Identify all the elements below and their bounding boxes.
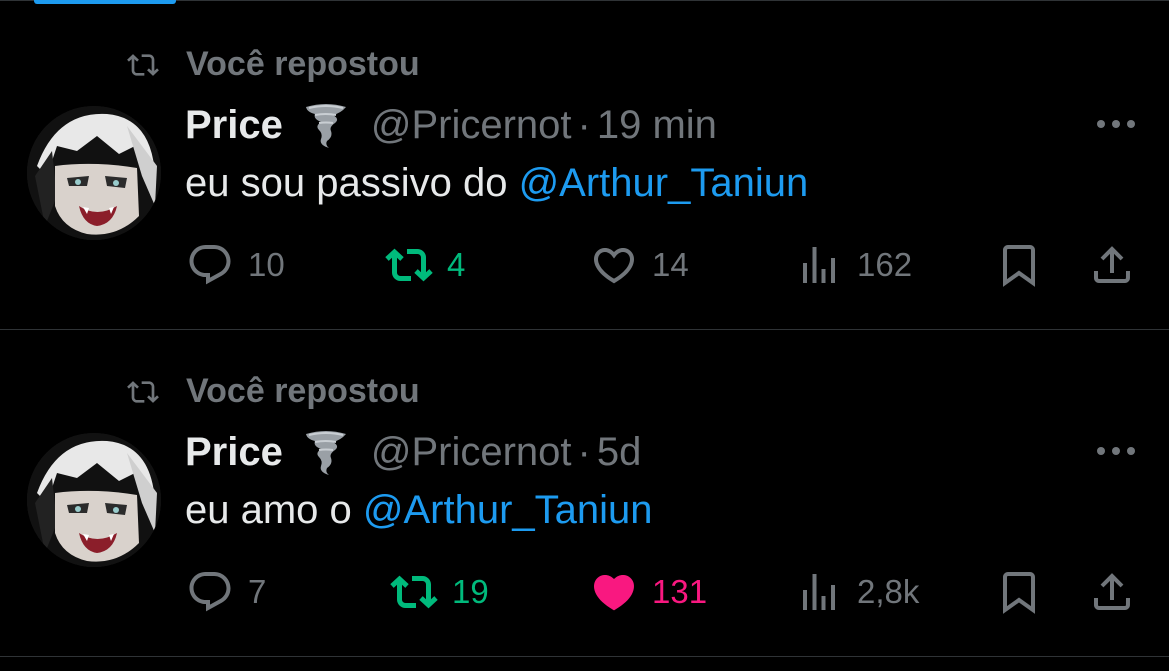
views-button[interactable]: 2,8k — [795, 568, 919, 616]
reply-button[interactable]: 7 — [186, 568, 266, 616]
more-options-icon[interactable] — [1095, 444, 1137, 458]
timestamp[interactable]: 19 min — [597, 103, 717, 148]
reply-button[interactable]: 10 — [186, 241, 285, 289]
heart-filled-icon — [593, 575, 635, 611]
timestamp[interactable]: 5d — [597, 430, 642, 475]
tweet-text-body: eu sou passivo do — [185, 161, 519, 205]
views-count: 162 — [857, 246, 913, 283]
tweet-header: Price @Pricernot · 19 min — [185, 101, 717, 149]
heart-icon — [593, 248, 635, 284]
repost-icon — [127, 380, 159, 403]
repost-count: 19 — [452, 573, 489, 610]
avatar[interactable] — [27, 106, 161, 240]
tweet-text-body: eu amo o — [185, 488, 363, 532]
avatar[interactable] — [27, 433, 161, 567]
repost-label: Você repostou — [186, 45, 420, 83]
handle[interactable]: @Pricernot — [371, 103, 572, 148]
reply-count: 10 — [248, 246, 285, 283]
like-count: 14 — [652, 246, 689, 283]
views-button[interactable]: 162 — [795, 241, 912, 289]
tweet-text: eu amo o @Arthur_Taniun — [185, 488, 653, 533]
share-icon[interactable] — [1088, 241, 1136, 289]
separator-dot: · — [577, 102, 591, 147]
views-icon — [803, 247, 835, 283]
avatar-image — [27, 106, 161, 240]
like-count: 131 — [652, 573, 708, 610]
handle[interactable]: @Pricernot — [371, 430, 572, 475]
more-options-icon[interactable] — [1095, 117, 1137, 131]
repost-label: Você repostou — [186, 372, 420, 410]
tweet-header: Price @Pricernot · 5d — [185, 428, 641, 476]
tweet[interactable]: Você repostou Price @Pricernot · 19 min — [0, 3, 1169, 330]
tornado-icon — [305, 104, 346, 148]
repost-button[interactable]: 4 — [385, 241, 465, 289]
reply-icon — [189, 245, 231, 285]
like-button[interactable]: 131 — [590, 568, 707, 616]
display-name[interactable]: Price — [185, 430, 283, 475]
repost-context: Você repostou — [120, 45, 420, 84]
tweet-text: eu sou passivo do @Arthur_Taniun — [185, 161, 808, 206]
repost-icon — [390, 575, 438, 609]
avatar-image — [27, 433, 161, 567]
mention-link[interactable]: @Arthur_Taniun — [519, 161, 809, 205]
tweet[interactable]: Você repostou Price @Pricernot · 5d eu a… — [0, 330, 1169, 657]
repost-button[interactable]: 19 — [390, 568, 489, 616]
bookmark-icon[interactable] — [995, 568, 1043, 616]
repost-context: Você repostou — [120, 372, 420, 411]
repost-icon — [385, 248, 433, 282]
repost-icon — [127, 53, 159, 76]
reply-count: 7 — [248, 573, 267, 610]
repost-count: 4 — [447, 246, 466, 283]
views-count: 2,8k — [857, 573, 920, 610]
share-icon[interactable] — [1088, 568, 1136, 616]
separator-dot: · — [577, 429, 591, 474]
display-name[interactable]: Price — [185, 103, 283, 148]
tornado-icon — [305, 431, 346, 475]
bookmark-icon[interactable] — [995, 241, 1043, 289]
reply-icon — [189, 572, 231, 612]
views-icon — [803, 574, 835, 610]
like-button[interactable]: 14 — [590, 241, 689, 289]
mention-link[interactable]: @Arthur_Taniun — [363, 488, 653, 532]
